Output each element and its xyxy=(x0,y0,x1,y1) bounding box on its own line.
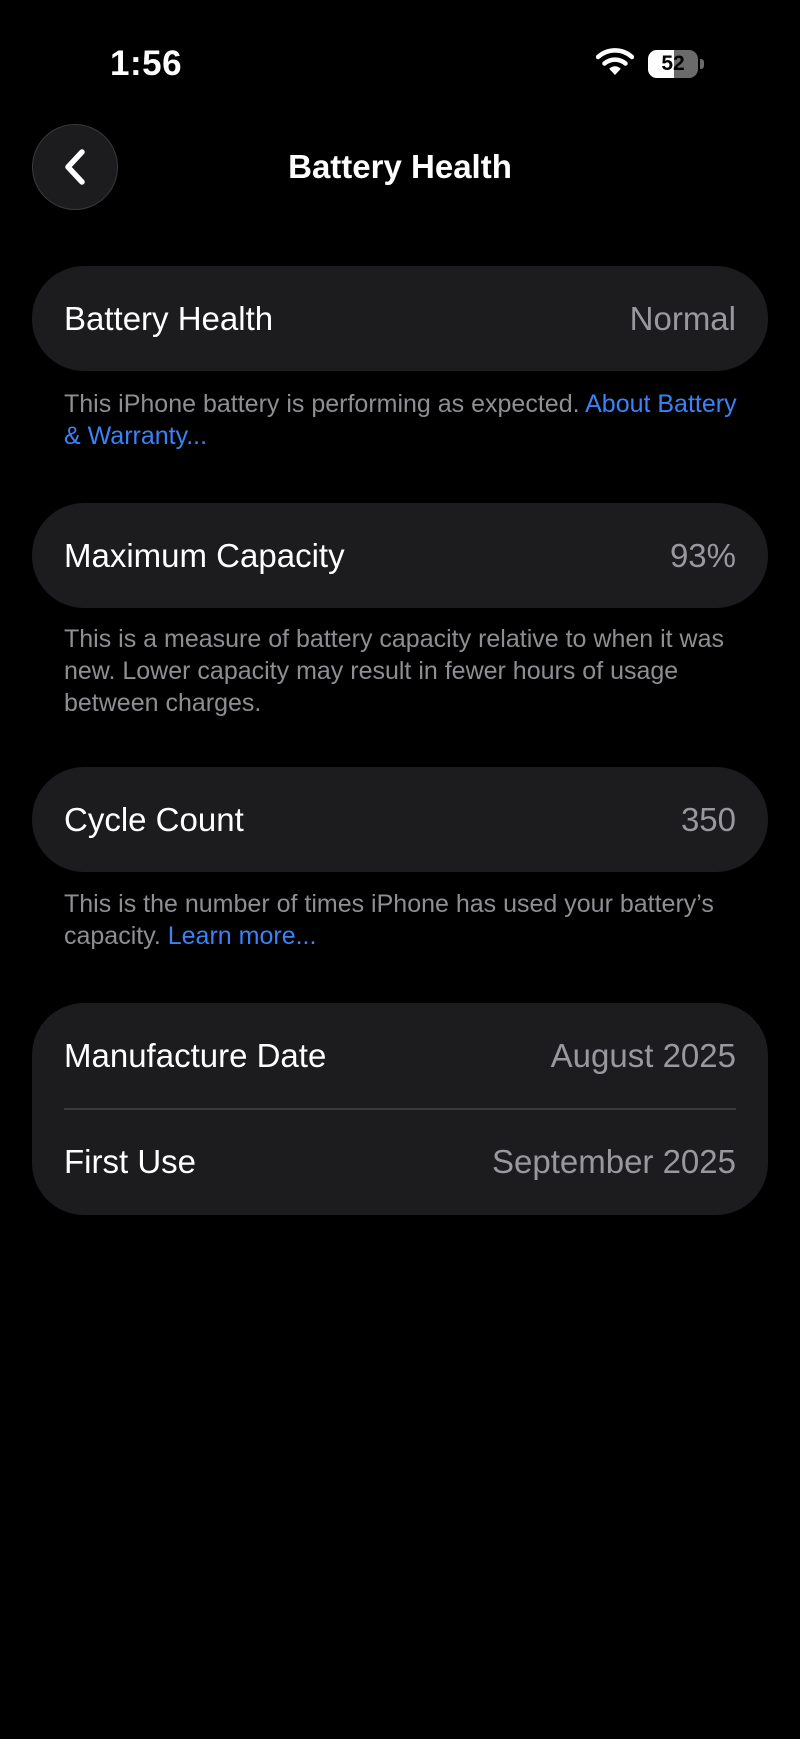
battery-dates-card: Manufacture Date August 2025 First Use S… xyxy=(32,1003,768,1215)
first-use-row: First Use September 2025 xyxy=(32,1110,768,1215)
status-time: 1:56 xyxy=(110,44,183,83)
cycle-count-card: Cycle Count 350 xyxy=(32,767,768,872)
first-use-value: September 2025 xyxy=(491,1143,736,1180)
battery-body: 52 xyxy=(648,50,698,78)
maximum-capacity-label: Maximum Capacity xyxy=(64,536,345,574)
battery-health-value: Normal xyxy=(629,299,736,337)
learn-more-link[interactable]: Learn more... xyxy=(168,922,317,950)
battery-level: 52 xyxy=(661,52,685,75)
battery-nub xyxy=(700,59,704,69)
cycle-count-footnote: This is the number of times iPhone has u… xyxy=(64,888,744,952)
status-bar: 1:56 52 xyxy=(0,0,800,110)
manufacture-date-row: Manufacture Date August 2025 xyxy=(32,1003,768,1108)
cycle-count-label: Cycle Count xyxy=(64,800,244,838)
manufacture-date-value: August 2025 xyxy=(550,1036,736,1074)
battery-health-label: Battery Health xyxy=(64,299,274,337)
maximum-capacity-card: Maximum Capacity 93% xyxy=(32,503,768,608)
wifi-icon xyxy=(596,48,634,75)
maximum-capacity-footnote-text: This is a measure of battery capacity re… xyxy=(64,625,725,717)
battery-icon: 52 xyxy=(648,50,704,78)
first-use-label: First Use xyxy=(64,1143,196,1180)
maximum-capacity-footnote: This is a measure of battery capacity re… xyxy=(64,623,744,719)
battery-health-footnote: This iPhone battery is performing as exp… xyxy=(64,388,744,452)
maximum-capacity-value: 93% xyxy=(669,536,736,574)
nav-bar: Battery Health xyxy=(0,120,800,220)
battery-health-row: Battery Health Normal xyxy=(32,266,768,371)
maximum-capacity-row: Maximum Capacity 93% xyxy=(32,503,768,608)
cycle-count-row: Cycle Count 350 xyxy=(32,767,768,872)
cycle-count-footnote-text: This is the number of times iPhone has u… xyxy=(64,890,714,950)
battery-health-card: Battery Health Normal xyxy=(32,266,768,371)
battery-health-footnote-text: This iPhone battery is performing as exp… xyxy=(64,390,586,418)
cycle-count-value: 350 xyxy=(680,800,736,838)
page-title: Battery Health xyxy=(288,148,512,185)
manufacture-date-label: Manufacture Date xyxy=(64,1036,327,1074)
